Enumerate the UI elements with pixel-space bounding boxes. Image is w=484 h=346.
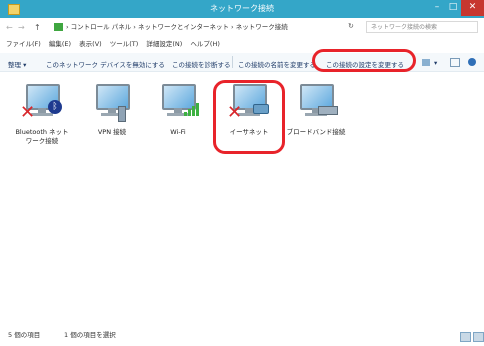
breadcrumb-path: › コントロール パネル › ネットワークとインターネット › ネットワーク接続 (66, 23, 288, 31)
help-icon[interactable] (468, 58, 476, 66)
menu-bar: ファイル(F) 編集(E) 表示(V) ツール(T) 詳細設定(N) ヘルプ(H… (0, 38, 484, 51)
device-label: Bluetooth ネット ワーク接続 (15, 128, 69, 145)
menu-file[interactable]: ファイル(F) (6, 40, 41, 48)
preview-pane-icon[interactable] (450, 58, 460, 67)
search-input[interactable]: ネットワーク接続の検索 (366, 21, 478, 33)
broadband-connection-icon (292, 80, 340, 124)
rename-connection-button[interactable]: この接続の名前を変更する (238, 59, 316, 69)
status-bar: 5 個の項目 1 個の項目を選択 (0, 326, 484, 339)
selected-count: 1 個の項目を選択 (64, 331, 116, 339)
menu-edit[interactable]: 編集(E) (49, 40, 71, 48)
vpn-connection-icon (88, 80, 136, 124)
menu-view[interactable]: 表示(V) (79, 40, 102, 48)
title-bar: ネットワーク接続 – □ ✕ (0, 0, 484, 18)
menu-help[interactable]: ヘルプ(H) (190, 40, 219, 48)
details-view-icon[interactable] (460, 332, 471, 342)
close-button[interactable]: ✕ (461, 0, 484, 16)
breadcrumb[interactable]: › コントロール パネル › ネットワークとインターネット › ネットワーク接続 (50, 21, 350, 33)
up-icon[interactable]: ↑ (34, 23, 41, 32)
window-title: ネットワーク接続 (210, 4, 274, 13)
device-label: VPN 接続 (97, 128, 127, 136)
menu-advanced[interactable]: 詳細設定(N) (146, 40, 182, 48)
window: ネットワーク接続 – □ ✕ ← → ↑ › コントロール パネル › ネットワ… (0, 0, 484, 342)
device-bluetooth[interactable]: ᛒ ✕ Bluetooth ネット ワーク接続 (10, 80, 74, 146)
device-wifi[interactable]: Wi-Fi (146, 80, 210, 137)
device-label: ブロードバンド接続 (286, 128, 346, 136)
device-label: Wi-Fi (170, 128, 186, 136)
diagnose-button[interactable]: この接続を診断する (172, 59, 231, 69)
address-bar: ← → ↑ › コントロール パネル › ネットワークとインターネット › ネッ… (0, 18, 484, 36)
maximize-button[interactable]: □ (446, 0, 460, 16)
highlight-ethernet (213, 80, 285, 154)
view-icon[interactable] (422, 59, 430, 66)
bluetooth-network-icon: ᛒ ✕ (18, 80, 66, 124)
refresh-icon[interactable]: ↻ (348, 22, 354, 30)
organize-button[interactable]: 整理 ▾ (8, 59, 26, 69)
wifi-connection-icon (154, 80, 202, 124)
forward-icon[interactable]: → (18, 23, 25, 32)
minimize-button[interactable]: – (430, 0, 444, 16)
device-vpn[interactable]: VPN 接続 (80, 80, 144, 137)
highlight-change-settings (312, 49, 416, 72)
control-panel-icon (54, 23, 63, 31)
menu-tools[interactable]: ツール(T) (110, 40, 139, 48)
device-broadband[interactable]: ブロードバンド接続 (284, 80, 348, 137)
back-icon[interactable]: ← (6, 23, 13, 32)
large-icons-view-icon[interactable] (473, 332, 484, 342)
toolbar-divider (232, 56, 233, 68)
view-toggle (458, 327, 484, 346)
view-options-button[interactable]: ▾ (434, 59, 437, 67)
item-count: 5 個の項目 (8, 331, 41, 339)
disable-device-button[interactable]: このネットワーク デバイスを無効にする (46, 59, 165, 69)
